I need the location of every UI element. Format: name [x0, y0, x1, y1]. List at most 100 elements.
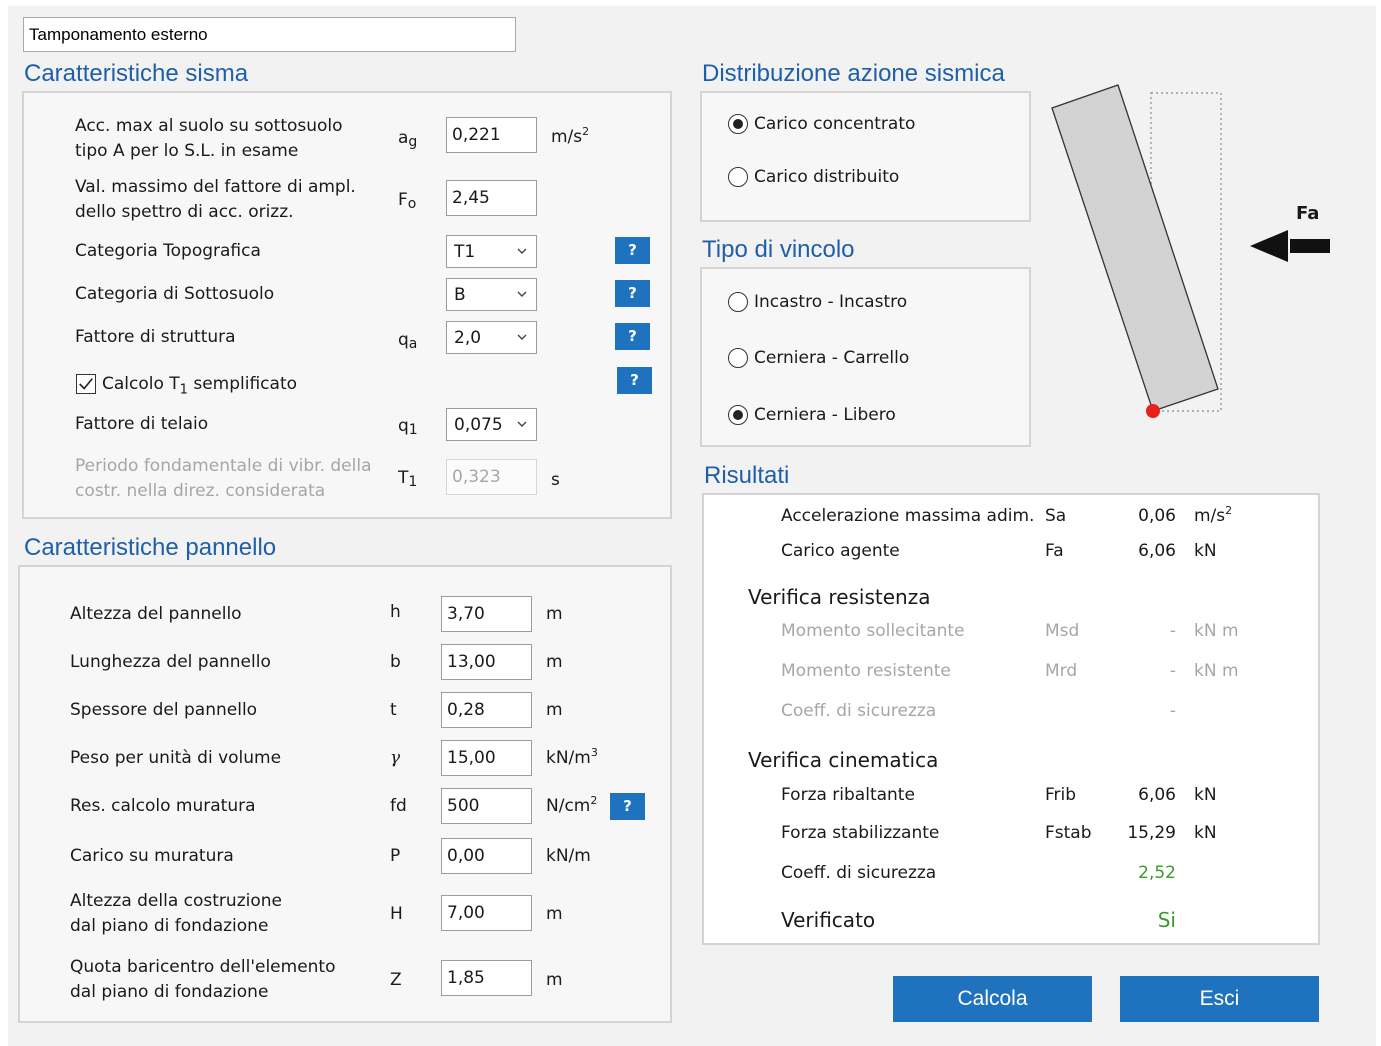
- lunghezza-label: Lunghezza del pannello: [70, 652, 271, 672]
- peso-label: Peso per unità di volume: [70, 748, 282, 768]
- lunghezza-symbol: b: [390, 652, 401, 672]
- muratura-help-button[interactable]: ?: [610, 793, 645, 820]
- force-arrow-icon: [1250, 230, 1288, 262]
- fo-symbol: Fo: [398, 190, 417, 212]
- radio-carico-concentrato[interactable]: Carico concentrato: [728, 114, 915, 134]
- periodo-unit: s: [551, 470, 560, 490]
- telaio-label: Fattore di telaio: [75, 414, 209, 434]
- sottosuolo-label: Categoria di Sottosuolo: [75, 284, 275, 304]
- frib-symbol: Frib: [1045, 785, 1077, 805]
- msd-label: Momento sollecitante: [781, 621, 965, 641]
- coeff-cinematica-label: Coeff. di sicurezza: [781, 863, 937, 883]
- sottosuolo-select-value: B: [454, 285, 466, 305]
- carico-agente-symbol: Fa: [1045, 541, 1064, 561]
- force-label: Fa: [1296, 203, 1320, 224]
- altezza-costr-label-line2: dal piano di fondazione: [70, 916, 269, 936]
- risultati-section-title: Risultati: [704, 462, 790, 489]
- ag-label-line2: tipo A per lo S.L. in esame: [75, 141, 299, 161]
- sottosuolo-select[interactable]: B: [446, 278, 537, 311]
- mrd-unit: kN m: [1194, 661, 1239, 681]
- msd-symbol: Msd: [1045, 621, 1080, 641]
- radio-cerniera-carrello[interactable]: Cerniera - Carrello: [728, 348, 909, 368]
- frib-value: 6,06: [1138, 785, 1176, 805]
- ag-symbol: ag: [398, 128, 418, 150]
- pivot-point: [1146, 404, 1160, 418]
- calcolo-t1-label: Calcolo T1 semplificato: [102, 374, 298, 398]
- lunghezza-unit: m: [546, 652, 563, 672]
- radio-incastro-incastro[interactable]: Incastro - Incastro: [728, 292, 907, 312]
- struttura-label: Fattore di struttura: [75, 327, 236, 347]
- acc-unit: m/s2: [1194, 504, 1233, 526]
- telaio-select[interactable]: 0,075: [446, 408, 537, 441]
- quota-label-line1: Quota baricentro dell'elemento: [70, 957, 336, 977]
- quota-symbol: Z: [390, 970, 402, 990]
- calcolo-t1-checkbox[interactable]: [76, 374, 96, 394]
- altezza-costr-input[interactable]: 7,00: [441, 895, 532, 931]
- peso-symbol: γ: [390, 748, 401, 768]
- coeff-cinematica-value: 2,52: [1138, 863, 1176, 883]
- acc-symbol: Sa: [1045, 506, 1067, 526]
- telaio-select-value: 0,075: [454, 415, 503, 435]
- muratura-res-unit: N/cm2: [546, 794, 598, 816]
- peso-input[interactable]: 15,00: [441, 740, 532, 776]
- altezza-input[interactable]: 3,70: [441, 596, 532, 632]
- spessore-unit: m: [546, 700, 563, 720]
- radio-carico-distribuito[interactable]: Carico distribuito: [728, 167, 899, 187]
- frib-label: Forza ribaltante: [781, 785, 915, 805]
- verifica-cinematica-heading: Verifica cinematica: [748, 748, 939, 772]
- altezza-label: Altezza del pannello: [70, 604, 242, 624]
- fstab-symbol: Fstab: [1045, 823, 1092, 843]
- chevron-down-icon: [517, 421, 527, 427]
- spessore-input[interactable]: 0,28: [441, 692, 532, 728]
- ag-input[interactable]: 0,221: [446, 117, 537, 153]
- altezza-unit: m: [546, 604, 563, 624]
- fstab-unit: kN: [1194, 823, 1217, 843]
- topo-help-button[interactable]: ?: [615, 237, 650, 264]
- struttura-help-button[interactable]: ?: [615, 323, 650, 350]
- element-name-input[interactable]: [23, 17, 516, 52]
- fo-input[interactable]: 2,45: [446, 180, 537, 216]
- radio-label: Cerniera - Carrello: [754, 348, 910, 368]
- ag-label-line1: Acc. max al suolo su sottosuolo: [75, 116, 343, 136]
- fstab-value: 15,29: [1127, 823, 1176, 843]
- peso-unit: kN/m3: [546, 746, 598, 768]
- radio-cerniera-libero[interactable]: Cerniera - Libero: [728, 405, 896, 425]
- muratura-res-input[interactable]: 500: [441, 788, 532, 824]
- rotated-panel: [1051, 84, 1219, 412]
- altezza-costr-unit: m: [546, 904, 563, 924]
- chevron-down-icon: [517, 334, 527, 340]
- esci-button[interactable]: Esci: [1120, 976, 1319, 1022]
- sottosuolo-help-button[interactable]: ?: [615, 280, 650, 307]
- radio-circle: [728, 405, 748, 425]
- muratura-res-symbol: fd: [390, 796, 407, 816]
- topo-select[interactable]: T1: [446, 235, 537, 268]
- mrd-label: Momento resistente: [781, 661, 951, 681]
- lunghezza-input[interactable]: 13,00: [441, 644, 532, 680]
- topo-label: Categoria Topografica: [75, 241, 261, 261]
- mrd-symbol: Mrd: [1045, 661, 1078, 681]
- carico-agente-value: 6,06: [1138, 541, 1176, 561]
- radio-circle: [728, 114, 748, 134]
- fo-label-line2: dello spettro di acc. orizz.: [75, 202, 294, 222]
- sisma-section-title: Caratteristiche sisma: [24, 60, 249, 87]
- coeff-resistenza-value: -: [1169, 701, 1176, 721]
- fstab-label: Forza stabilizzante: [781, 823, 940, 843]
- verificato-label: Verificato: [781, 908, 876, 932]
- carico-agente-label: Carico agente: [781, 541, 900, 561]
- calcola-button[interactable]: Calcola: [893, 976, 1092, 1022]
- periodo-label-line1: Periodo fondamentale di vibr. della: [75, 456, 372, 476]
- radio-circle: [728, 292, 748, 312]
- carico-input[interactable]: 0,00: [441, 838, 532, 874]
- calcolo-t1-help-button[interactable]: ?: [617, 367, 652, 394]
- carico-label: Carico su muratura: [70, 846, 234, 866]
- acc-value: 0,06: [1138, 506, 1176, 526]
- quota-input[interactable]: 1,85: [441, 960, 532, 996]
- pannello-section-title: Caratteristiche pannello: [24, 534, 277, 561]
- quota-unit: m: [546, 970, 563, 990]
- carico-agente-unit: kN: [1194, 541, 1217, 561]
- msd-unit: kN m: [1194, 621, 1239, 641]
- vincolo-section-title: Tipo di vincolo: [702, 236, 855, 263]
- mrd-value: -: [1169, 661, 1176, 681]
- struttura-select[interactable]: 2,0: [446, 321, 537, 354]
- distribuzione-section-title: Distribuzione azione sismica: [702, 60, 1005, 87]
